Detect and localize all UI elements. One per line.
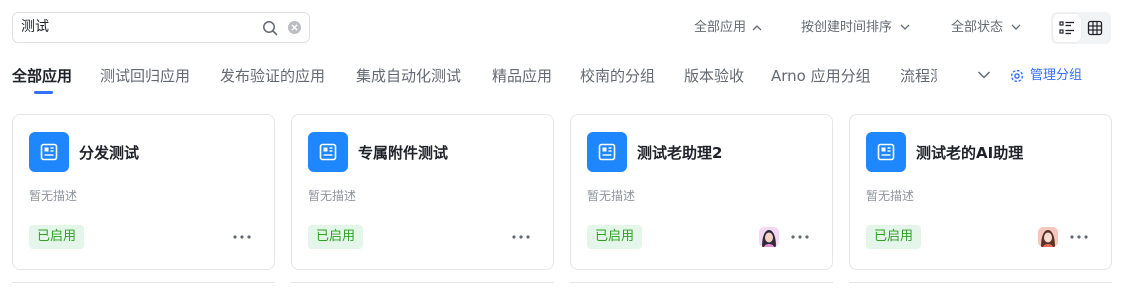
tab-version-acceptance[interactable]: 版本验收 — [684, 64, 744, 88]
chevron-down-icon — [1011, 24, 1021, 30]
manage-groups-label: 管理分组 — [1030, 68, 1083, 83]
filter-status-label: 全部状态 — [951, 20, 1004, 35]
chevron-down-icon — [900, 24, 910, 30]
tab-featured-apps[interactable]: 精品应用 — [492, 64, 552, 88]
search-input[interactable]: 测试 — [21, 13, 49, 42]
chevron-down-icon[interactable] — [977, 70, 991, 80]
status-badge: 已启用 — [308, 225, 364, 249]
active-tab-indicator — [34, 91, 53, 94]
app-card[interactable]: 分发测试 暂无描述 已启用 — [12, 114, 275, 270]
app-document-icon — [308, 132, 348, 172]
app-card-title: 测试老的AI助理 — [916, 144, 1024, 162]
gear-icon — [1010, 69, 1024, 83]
status-badge: 已启用 — [29, 225, 85, 249]
more-horizontal-icon — [512, 235, 530, 239]
tab-arno-group[interactable]: Arno 应用分组 — [771, 64, 871, 88]
more-options-button[interactable] — [1068, 227, 1090, 247]
search-box[interactable]: 测试 — [12, 12, 310, 43]
tab-all-apps[interactable]: 全部应用 — [12, 64, 72, 88]
filter-sort-order-label: 按创建时间排序 — [801, 20, 893, 35]
filter-sort-order[interactable]: 按创建时间排序 — [801, 18, 912, 38]
filter-app-scope-label: 全部应用 — [694, 20, 747, 35]
grid-view-button[interactable] — [1081, 14, 1109, 42]
app-card-title: 分发测试 — [79, 144, 140, 162]
more-options-button[interactable] — [510, 227, 532, 247]
app-document-icon — [587, 132, 627, 172]
tab-process-test[interactable]: 流程测 — [900, 64, 937, 88]
status-badge: 已启用 — [866, 225, 922, 249]
app-card-description: 暂无描述 — [866, 189, 915, 203]
more-horizontal-icon — [233, 235, 251, 239]
tab-regression-apps[interactable]: 测试回归应用 — [100, 64, 190, 88]
avatar[interactable] — [1038, 227, 1058, 247]
avatar[interactable] — [759, 227, 779, 247]
app-card-description: 暂无描述 — [29, 189, 78, 203]
view-toggle — [1051, 12, 1111, 44]
app-document-icon — [866, 132, 906, 172]
app-card-title: 测试老助理2 — [637, 144, 723, 162]
app-card-description: 暂无描述 — [587, 189, 636, 203]
app-card[interactable]: 测试老的AI助理 暂无描述 已启用 — [849, 114, 1112, 270]
grid-view-icon — [1087, 20, 1103, 36]
tab-integration-automation[interactable]: 集成自动化测试 — [356, 64, 461, 88]
app-card-next-row — [570, 282, 833, 293]
search-icon[interactable] — [262, 20, 278, 36]
status-badge: 已启用 — [587, 225, 643, 249]
more-options-button[interactable] — [789, 227, 811, 247]
list-view-button[interactable] — [1053, 14, 1081, 42]
chevron-up-icon — [752, 25, 762, 31]
manage-groups-button[interactable]: 管理分组 — [1010, 64, 1082, 88]
app-card-next-row — [291, 282, 554, 293]
app-document-icon — [29, 132, 69, 172]
app-card-next-row — [12, 282, 275, 293]
tab-xiaonan-group[interactable]: 校南的分组 — [580, 64, 655, 88]
app-card[interactable]: 测试老助理2 暂无描述 已启用 — [570, 114, 833, 270]
app-card-description: 暂无描述 — [308, 189, 357, 203]
app-card-title: 专属附件测试 — [358, 144, 449, 162]
more-horizontal-icon — [791, 235, 809, 239]
more-horizontal-icon — [1070, 235, 1088, 239]
filter-status[interactable]: 全部状态 — [951, 18, 1023, 38]
list-view-icon — [1059, 21, 1074, 35]
tab-release-verified-apps[interactable]: 发布验证的应用 — [220, 64, 325, 88]
app-card[interactable]: 专属附件测试 暂无描述 已启用 — [291, 114, 554, 270]
filter-app-scope[interactable]: 全部应用 — [694, 18, 764, 38]
app-card-next-row — [849, 282, 1112, 293]
more-options-button[interactable] — [231, 227, 253, 247]
clear-icon[interactable] — [288, 21, 301, 34]
